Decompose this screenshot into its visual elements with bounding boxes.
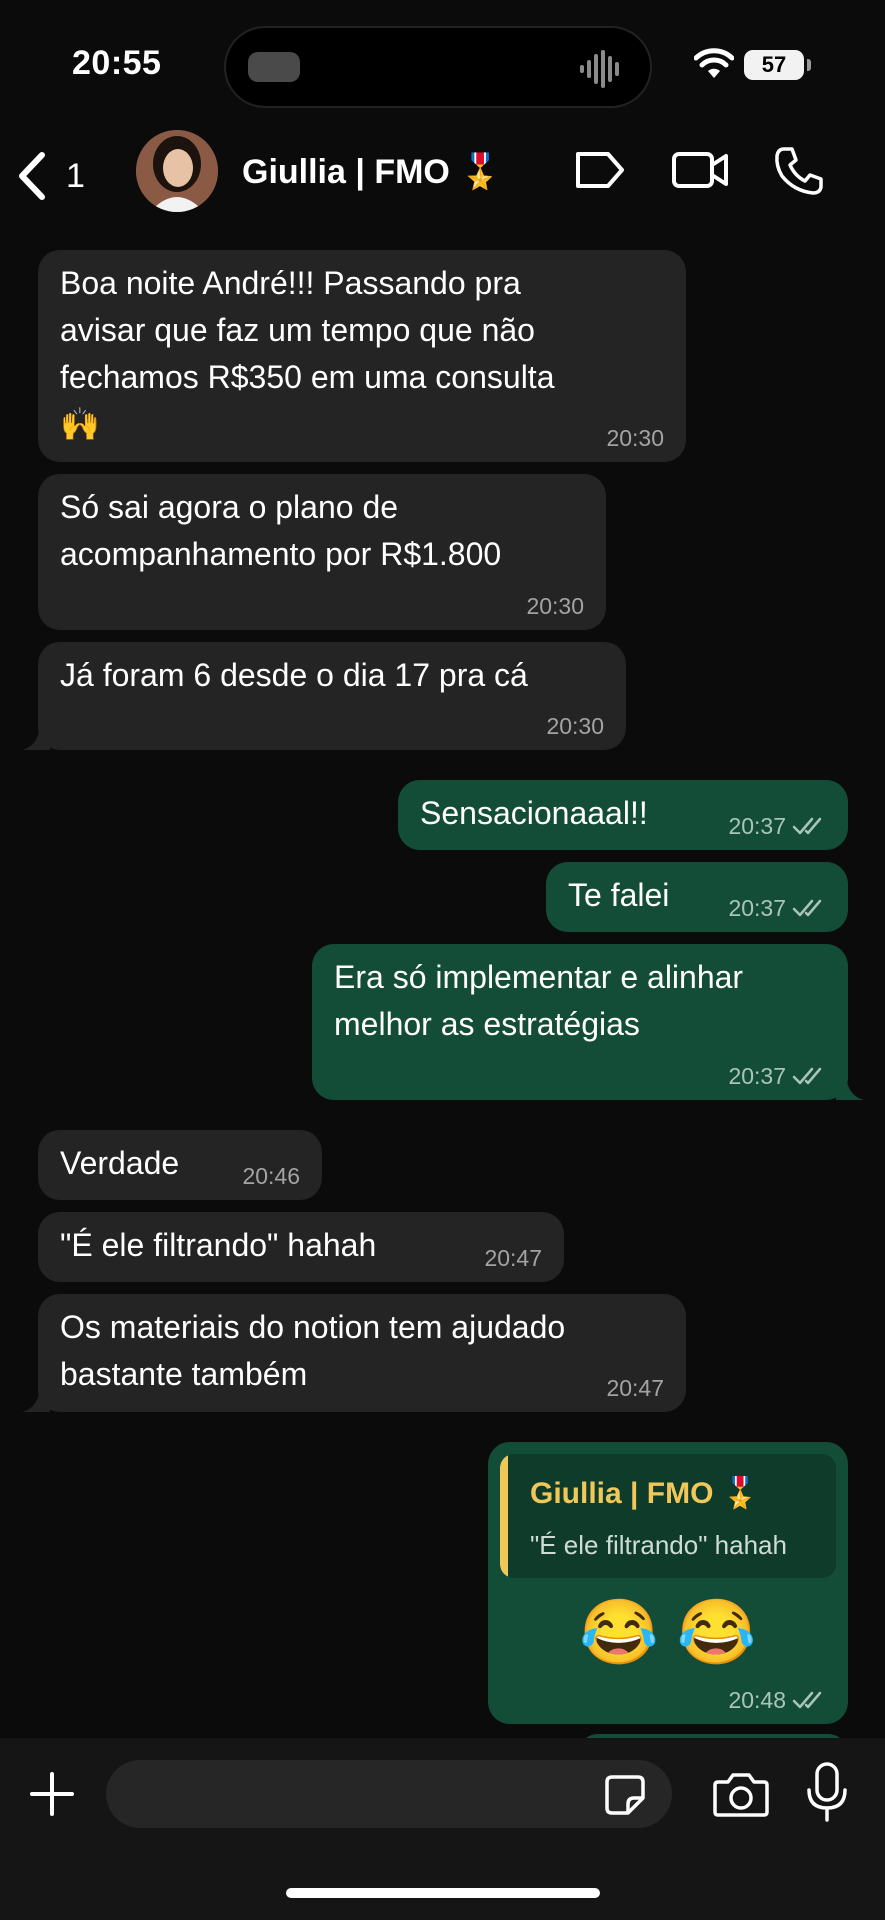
message-time: 20:30: [606, 425, 664, 451]
message-text: Os materiais do notion tem ajudado basta…: [60, 1309, 566, 1392]
bubble-tail: [836, 1076, 864, 1100]
quote-accent-bar: [500, 1454, 508, 1578]
attach-plus-icon[interactable]: [28, 1770, 76, 1818]
phone-call-icon[interactable]: [774, 146, 824, 196]
label-tag-icon[interactable]: [572, 146, 628, 194]
message-text: 😂 😂: [579, 1596, 757, 1668]
message-text: Só sai agora o plano de acompanhamento p…: [60, 489, 502, 572]
microphone-icon[interactable]: [806, 1762, 848, 1822]
message-time: 20:30: [526, 593, 584, 619]
message-time: 20:37: [728, 1063, 786, 1089]
wifi-icon: [694, 48, 734, 78]
contact-name[interactable]: Giullia | FMO 🎖️: [242, 152, 502, 192]
camera-icon[interactable]: [712, 1770, 770, 1818]
chevron-left-icon: [19, 152, 45, 200]
message-text: Era só implementar e alinhar melhor as e…: [334, 959, 744, 1042]
read-receipt-icon: [792, 1067, 822, 1085]
quoted-sender-name: Giullia | FMO 🎖️: [530, 1477, 760, 1510]
read-receipt-icon: [792, 1691, 822, 1709]
message-time: 20:30: [546, 713, 604, 739]
message-time: 20:46: [242, 1163, 300, 1189]
status-time: 20:55: [72, 44, 162, 82]
video-call-icon[interactable]: [672, 146, 730, 194]
message-time: 20:37: [728, 813, 786, 839]
read-receipt-icon: [792, 817, 822, 835]
bubble-tail: [22, 1388, 50, 1412]
avatar-image: [136, 130, 218, 212]
message-bubble[interactable]: Já foram 6 desde o dia 17 pra cá 20:30: [38, 642, 626, 750]
message-time: 20:47: [484, 1245, 542, 1271]
battery-indicator: 57: [744, 50, 811, 80]
message-time: 20:47: [606, 1375, 664, 1401]
message-bubble[interactable]: "É ele filtrando" hahah 20:47: [38, 1212, 564, 1282]
read-receipt-icon: [792, 899, 822, 917]
status-bar: 20:55 57: [0, 0, 885, 130]
chat-header: 1 Giullia | FMO 🎖️: [0, 130, 885, 222]
back-button[interactable]: 1: [16, 144, 106, 208]
message-bubble[interactable]: Te falei 20:37: [546, 862, 848, 932]
reply-message-bubble[interactable]: Giullia | FMO 🎖️ "É ele filtrando" hahah…: [488, 1442, 848, 1724]
message-time: 20:37: [728, 895, 786, 921]
message-bubble[interactable]: Só sai agora o plano de acompanhamento p…: [38, 474, 606, 630]
message-input[interactable]: [106, 1760, 672, 1828]
audio-waveform-icon: [580, 50, 619, 88]
message-text: Já foram 6 desde o dia 17 pra cá: [60, 657, 528, 693]
dynamic-island[interactable]: [224, 26, 652, 108]
live-activity-thumbnail: [248, 52, 300, 82]
quoted-message[interactable]: Giullia | FMO 🎖️ "É ele filtrando" hahah: [500, 1454, 836, 1578]
message-time: 20:48: [728, 1687, 786, 1713]
message-text: Boa noite André!!! Passando pra avisar q…: [60, 265, 555, 442]
message-bubble[interactable]: Era só implementar e alinhar melhor as e…: [312, 944, 848, 1100]
unread-count: 1: [66, 156, 85, 195]
message-text: "É ele filtrando" hahah: [60, 1227, 377, 1263]
bubble-tail: [22, 726, 50, 750]
message-bubble[interactable]: Verdade 20:46: [38, 1130, 322, 1200]
message-bubble[interactable]: Sensacionaaal!! 20:37: [398, 780, 848, 850]
home-indicator[interactable]: [286, 1888, 600, 1898]
avatar[interactable]: [136, 130, 218, 212]
chat-messages[interactable]: Boa noite André!!! Passando pra avisar q…: [0, 222, 885, 1738]
message-bubble[interactable]: Boa noite André!!! Passando pra avisar q…: [38, 250, 686, 462]
sticker-icon[interactable]: [604, 1774, 646, 1816]
message-bubble[interactable]: Os materiais do notion tem ajudado basta…: [38, 1294, 686, 1412]
quoted-text: "É ele filtrando" hahah: [530, 1530, 787, 1560]
